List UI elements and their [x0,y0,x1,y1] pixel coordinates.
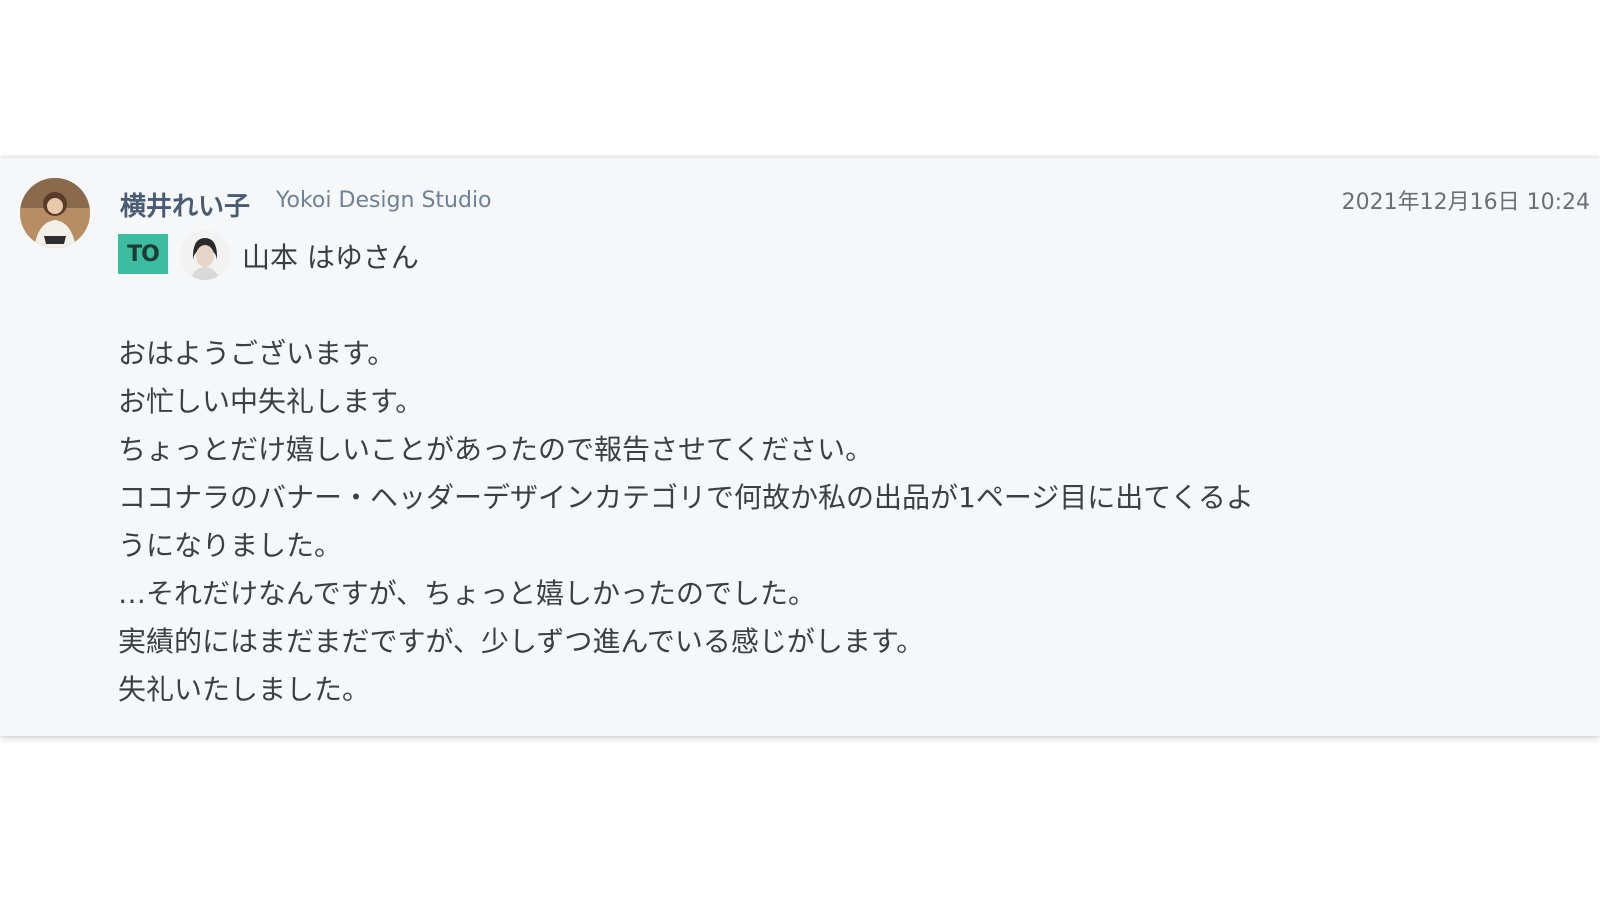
sender-organization: Yokoi Design Studio [276,188,492,213]
message-line: おはようございます。 [118,337,396,370]
message-body: おはようございます。 お忙しい中失礼します。 ちょっとだけ嬉しいことがあったので… [118,330,1418,714]
message-line: ちょっとだけ嬉しいことがあったので報告させてください。 [118,433,874,466]
to-badge: TO [118,234,168,274]
message-line: お忙しい中失礼します。 [118,385,424,418]
message-line: うになりました。 [118,529,343,562]
message-line: 失礼いたしました。 [118,673,371,706]
message-timestamp: 2021年12月16日 10:24 [1341,190,1590,215]
sender-avatar[interactable] [20,178,90,248]
sender-avatar-icon [20,178,90,248]
recipient-avatar[interactable] [180,230,230,280]
sender-name[interactable]: 横井れい子 [120,186,250,223]
message-line: 実績的にはまだまだですが、少しずつ進んでいる感じがします。 [118,625,925,658]
message-line: …それだけなんですが、ちょっと嬉しかったのでした。 [118,577,817,610]
message-card: 横井れい子 Yokoi Design Studio 2021年12月16日 10… [0,158,1600,736]
message-line: ココナラのバナー・ヘッダーデザインカテゴリで何故か私の出品が1ページ目に出てくる… [118,481,1254,514]
recipient-name[interactable]: 山本 はゆさん [242,236,419,276]
recipient-avatar-icon [180,230,230,280]
